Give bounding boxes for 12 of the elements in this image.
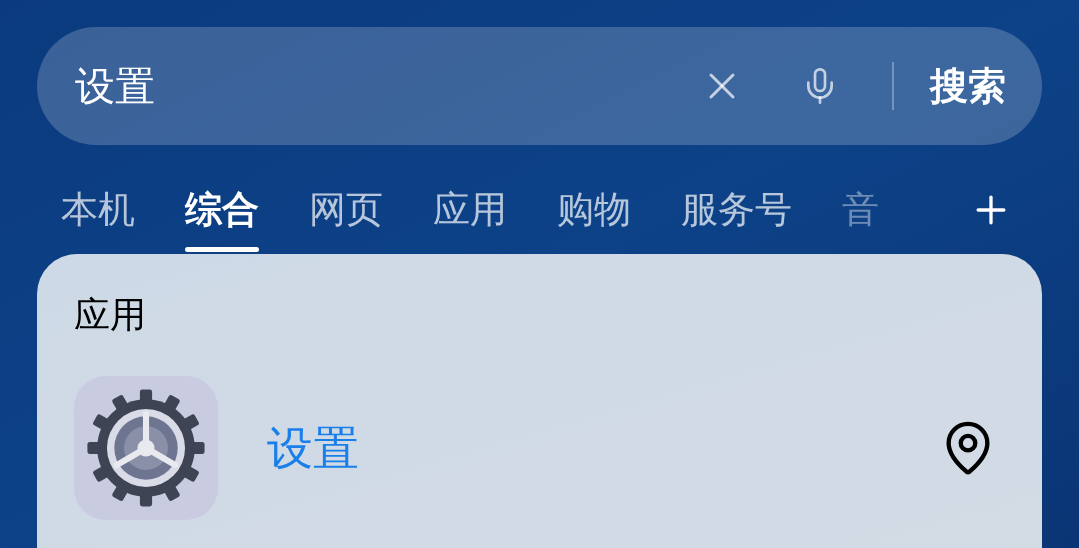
tab[interactable]: 购物: [557, 184, 631, 252]
gear-icon: [85, 387, 207, 509]
tab[interactable]: 应用: [433, 184, 507, 252]
tab[interactable]: 本机: [61, 184, 135, 252]
app-icon[interactable]: [74, 376, 218, 520]
search-button[interactable]: 搜索: [930, 57, 1006, 115]
tab[interactable]: 音: [842, 184, 879, 252]
tab[interactable]: 服务号: [681, 184, 792, 252]
tab[interactable]: 网页: [309, 184, 383, 252]
search-field[interactable]: 设置 搜索: [37, 27, 1042, 145]
tab[interactable]: 综合: [185, 184, 259, 252]
section-title: 应用: [74, 293, 147, 337]
